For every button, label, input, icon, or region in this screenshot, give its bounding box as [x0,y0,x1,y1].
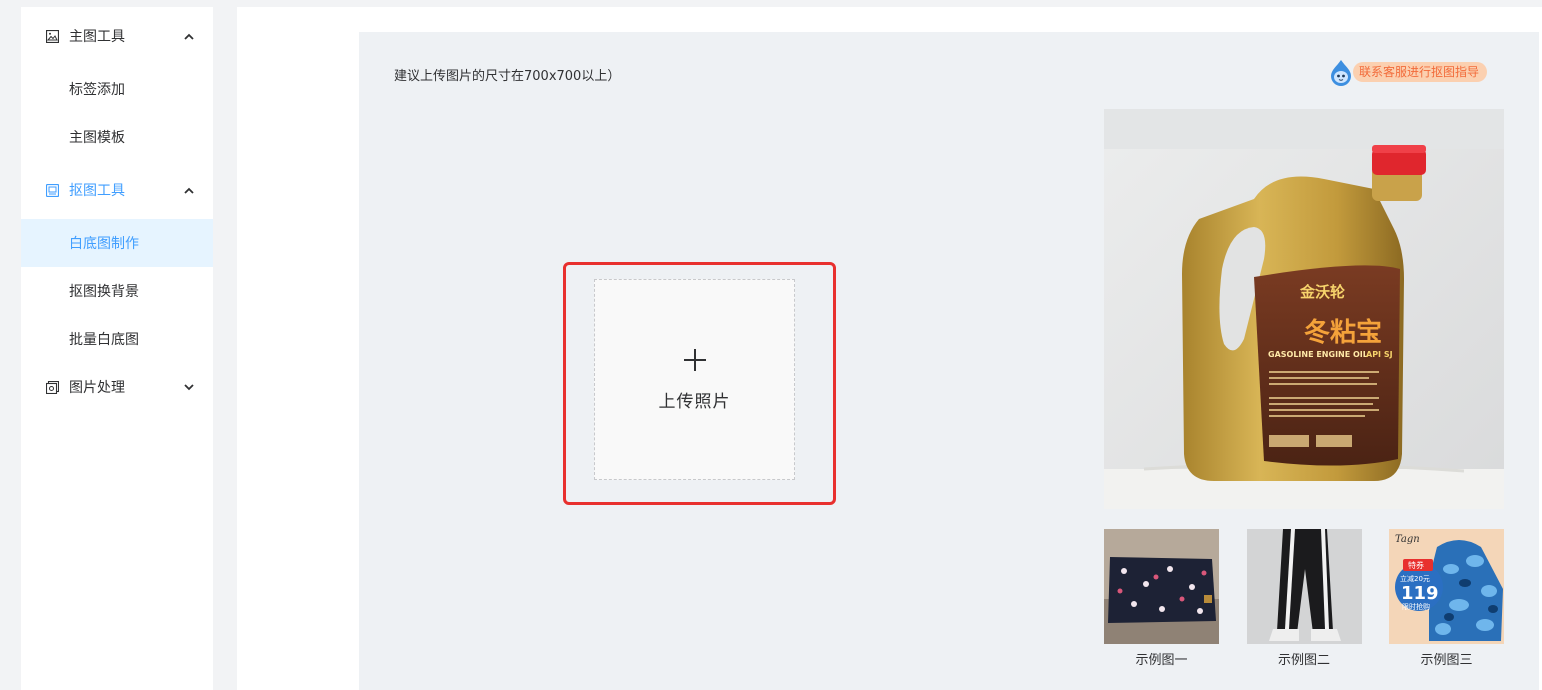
image-process-icon [45,380,59,394]
example-caption-1: 示例图一 [1135,653,1188,668]
example-image-wallet [1104,529,1219,644]
example-thumb-3[interactable]: Tagn 特券 立减20元 119 限时抢购 示例图三 [1389,529,1504,668]
menu-group-label: 主图工具 [69,29,125,45]
contact-service-button[interactable]: 联系客服进行抠图指导 [1327,58,1488,86]
chevron-down-icon [183,381,195,393]
menu-group-cutout-tools[interactable]: 抠图工具 [21,161,213,219]
example-thumb-2[interactable]: 示例图二 [1246,529,1362,668]
example-preview-image: 金沃轮 冬粘宝 GASOLINE ENGINE OIL API SJ [1104,109,1504,509]
upload-highlight-frame: 上传照片 [563,262,836,505]
example-jacket-badge-top: 特券 [1408,560,1424,570]
cutout-icon [45,183,59,197]
example-image-pants [1246,529,1362,644]
chevron-up-icon [183,30,195,42]
submenu-cutout-tools: 白底图制作 抠图换背景 批量白底图 [21,219,213,363]
submenu-item-batch-white-background[interactable]: 批量白底图 [21,315,213,363]
menu-group-label: 图片处理 [69,380,125,396]
menu-group-label: 抠图工具 [69,183,125,199]
main-content: 建议上传图片的尺寸在700x700以上） 联系客服进行抠图指导 上传照片 金沃轮… [237,7,1542,690]
submenu-main-image-tools: 标签添加 主图模板 [21,65,213,161]
example-thumbnails: 示例图一 示例图二 Tagn 特券 立减20元 119 限时抢购 示例图三 [1104,529,1504,668]
example-jacket-badge-bottom: 限时抢购 [1402,602,1430,611]
chevron-up-icon [183,184,195,196]
example-image-jacket: Tagn 特券 立减20元 119 限时抢购 [1389,529,1504,644]
example-caption-3: 示例图三 [1420,653,1473,668]
contact-service-label: 联系客服进行抠图指导 [1353,62,1488,82]
submenu-item-main-template[interactable]: 主图模板 [21,113,213,161]
menu-group-image-processing[interactable]: 图片处理 [21,363,213,411]
submenu-item-change-background[interactable]: 抠图换背景 [21,267,213,315]
preview-brand: 金沃轮 [1299,283,1345,301]
example-jacket-badge-mid: 立减20元 [1400,574,1430,583]
mascot-icon [1327,58,1355,86]
preview-product-sub: GASOLINE ENGINE OIL [1268,350,1368,359]
plus-icon [682,347,708,373]
menu-collapse-icon[interactable] [107,684,127,690]
submenu-item-label-add[interactable]: 标签添加 [21,65,213,113]
upload-photo-label: 上传照片 [658,392,731,412]
upload-size-hint: 建议上传图片的尺寸在700x700以上） [394,69,621,84]
example-thumb-1[interactable]: 示例图一 [1104,529,1219,668]
preview-product-name: 冬粘宝 [1304,317,1382,348]
preview-product-grade: API SJ [1366,350,1393,359]
upload-photo-button[interactable]: 上传照片 [594,279,795,480]
example-caption-2: 示例图二 [1277,653,1330,668]
submenu-item-white-background[interactable]: 白底图制作 [21,219,213,267]
cutout-panel: 建议上传图片的尺寸在700x700以上） 联系客服进行抠图指导 上传照片 金沃轮… [359,32,1539,690]
sidebar: 主图工具 标签添加 主图模板 抠图工具 白底图制作 抠图换背景 批量白底图 图片… [21,7,213,690]
image-icon [45,29,59,43]
example-jacket-badge-price: 119 [1401,583,1439,604]
example-jacket-brand: Tagn [1395,534,1420,545]
menu-group-main-image-tools[interactable]: 主图工具 [21,7,213,65]
